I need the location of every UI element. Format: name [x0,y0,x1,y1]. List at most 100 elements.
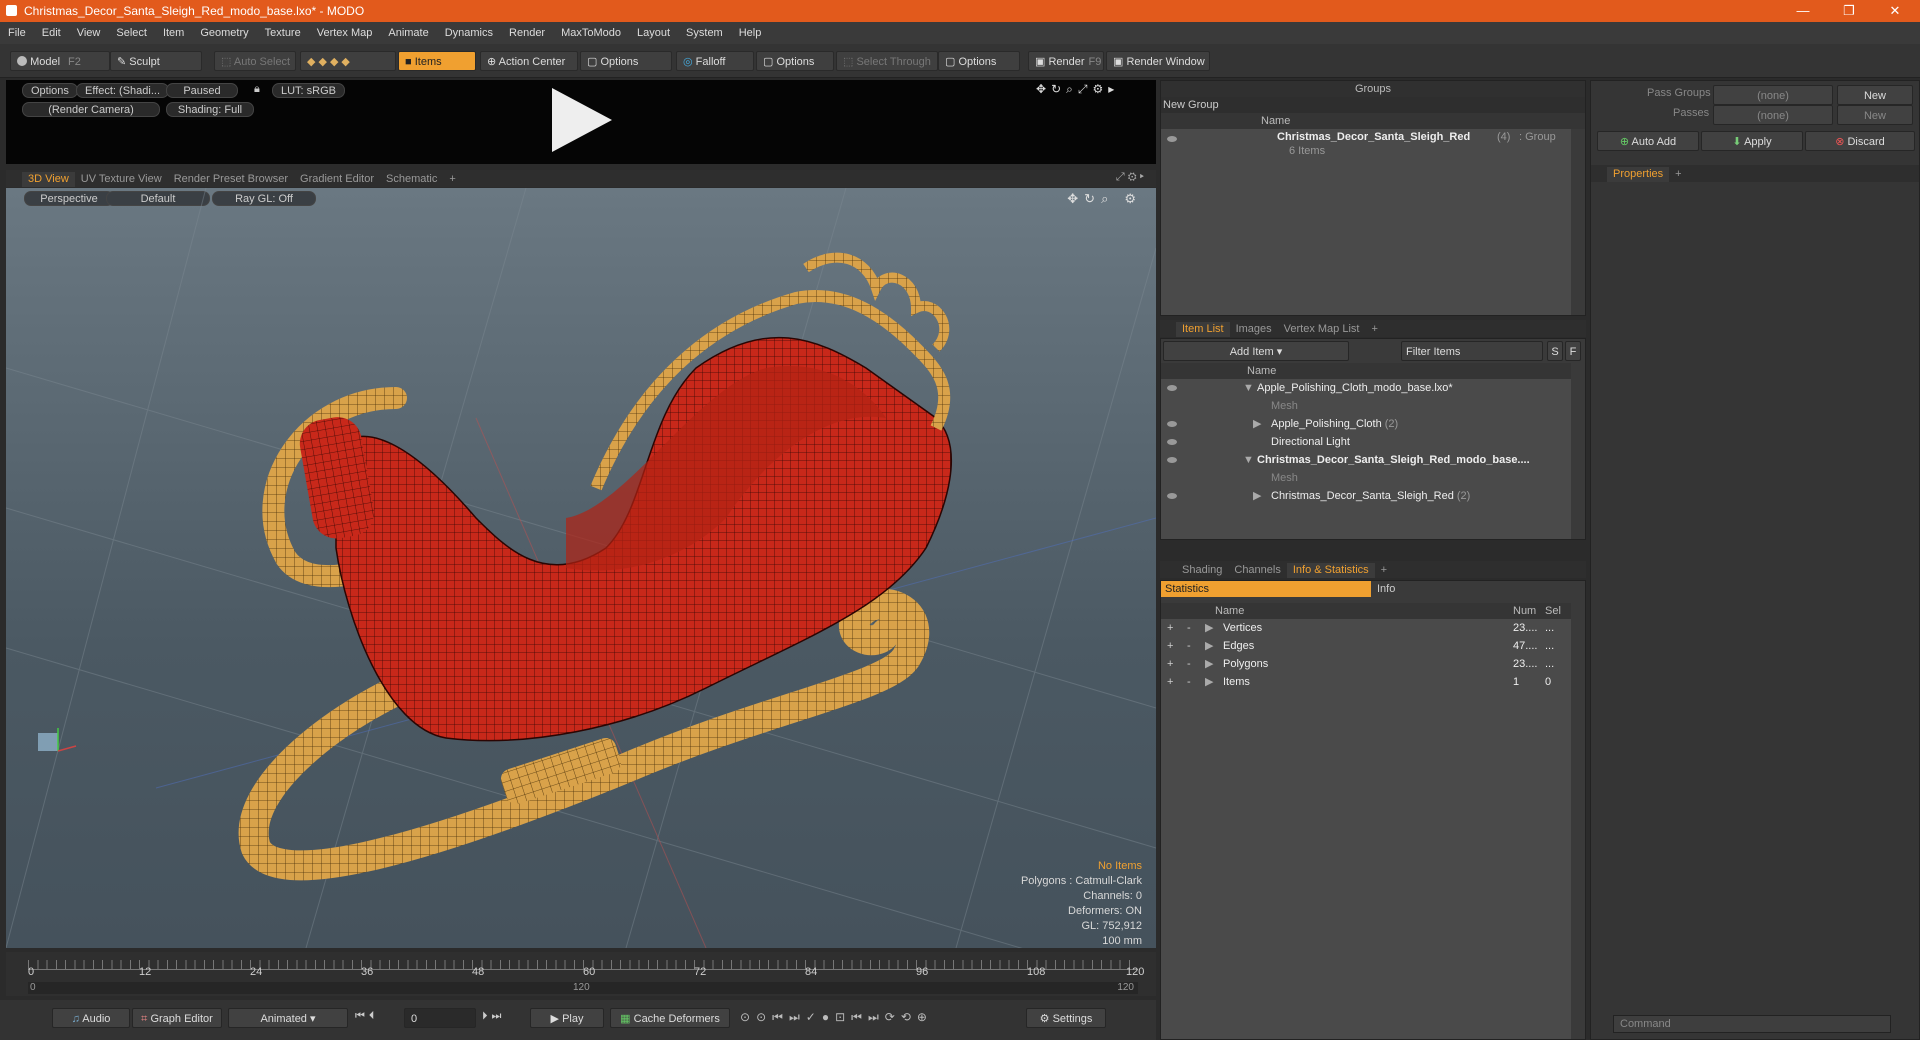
selection-mode-icons[interactable]: ◆◆◆◆ [300,51,396,71]
add-tab-button[interactable]: + [443,172,461,187]
command-input[interactable]: Command [1613,1015,1891,1033]
expand-arrow-icon[interactable]: ▼ [1243,451,1254,469]
item-list-row[interactable]: ▼ Christmas_Decor_Santa_Sleigh_Red_modo_b… [1161,451,1571,469]
menu-select[interactable]: Select [108,27,155,39]
item-list-row[interactable]: ▼ Apple_Polishing_Cloth_modo_base.lxo* [1161,379,1571,397]
add-item-button[interactable]: Add Item ▾ [1163,341,1349,361]
close-button[interactable]: ✕ [1872,0,1918,22]
polygons-icon[interactable]: ◆ [330,56,341,68]
add-tab-button[interactable]: + [1669,167,1687,182]
new-pass-group-button[interactable]: New [1837,85,1913,105]
tab-item-list[interactable]: Item List [1176,322,1230,337]
audio-button[interactable]: ♫ Audio [52,1008,130,1028]
expand-icon[interactable]: ⤢ [1116,171,1125,183]
item-list-row[interactable]: Mesh [1161,397,1571,415]
menu-view[interactable]: View [69,27,109,39]
statistics-tab[interactable]: Statistics [1161,581,1371,597]
expand-plus-icon[interactable]: + [1167,637,1173,655]
auto-add-button[interactable]: ⊕ Auto Add [1597,131,1699,151]
gear-icon[interactable]: ⚙ [1128,171,1137,183]
menu-geometry[interactable]: Geometry [192,27,256,39]
passes-dropdown[interactable]: (none) [1713,105,1833,125]
next-key-icon[interactable]: ⏭ [868,1010,885,1024]
tab-3d-view[interactable]: 3D View [22,172,75,187]
tab-gradient-editor[interactable]: Gradient Editor [294,172,380,187]
collapse-minus-icon[interactable]: - [1187,619,1191,637]
expand-arrow-icon[interactable]: ▶ [1253,487,1261,505]
play-button[interactable]: ▶ Play [530,1008,604,1028]
filter-s-button[interactable]: S [1547,341,1563,361]
new-group-button[interactable]: New Group [1161,97,1585,113]
add-tab-button[interactable]: + [1365,322,1383,337]
visibility-eye-icon[interactable] [1167,385,1177,391]
lut-dropdown[interactable]: LUT: sRGB [272,83,346,98]
preview-options-button[interactable]: Options [22,83,78,98]
visibility-eye-icon[interactable] [1167,493,1177,499]
paused-toggle[interactable]: Paused [166,83,238,98]
minimize-button[interactable]: — [1780,0,1826,22]
maximize-button[interactable]: ❐ [1826,0,1872,22]
stats-row[interactable]: + - ▶ Edges 47....... [1161,637,1571,655]
expand-plus-icon[interactable]: + [1167,655,1173,673]
key-toggle-icon[interactable]: ✓ [806,1010,822,1024]
sleigh-model[interactable] [6,188,1156,948]
play-icon[interactable] [546,84,618,156]
render-window-button[interactable]: ▣ Render Window [1106,51,1210,71]
materials-icon[interactable]: ◆ [341,56,352,68]
lock-icon[interactable]: 🔒︎ [254,83,260,96]
menu-animate[interactable]: Animate [380,27,436,39]
stats-list[interactable]: + - ▶ Vertices 23....... + - ▶ Edges 47....... + - ▶… [1161,619,1571,1039]
timeline-range-bar[interactable]: 0 120 120 [28,982,1138,994]
zoom-icon[interactable]: ⌕ [1066,82,1078,96]
stats-row[interactable]: + - ▶ Items 1 0 [1161,673,1571,691]
stats-row[interactable]: + - ▶ Vertices 23....... [1161,619,1571,637]
tab-uv-texture-view[interactable]: UV Texture View [75,172,168,187]
tab-channels[interactable]: Channels [1228,563,1286,578]
stats-row[interactable]: + - ▶ Polygons 23....... [1161,655,1571,673]
tab-images[interactable]: Images [1230,322,1278,337]
add-tab-button[interactable]: + [1375,563,1393,578]
pass-groups-dropdown[interactable]: (none) [1713,85,1833,105]
prev-key-icon[interactable]: ⏮ [772,1010,789,1024]
tab-schematic[interactable]: Schematic [380,172,443,187]
collapse-minus-icon[interactable]: - [1187,655,1191,673]
info-tab[interactable]: Info [1373,581,1573,597]
expand-arrow-icon[interactable]: ▶ [1205,637,1213,655]
key-icon[interactable]: ⟲ [901,1010,917,1024]
expand-plus-icon[interactable]: + [1167,619,1173,637]
groups-list[interactable]: Christmas_Decor_Santa_Sleigh_Red (4) : G… [1161,129,1571,315]
falloff-button[interactable]: ◎ Falloff [676,51,754,71]
apply-button[interactable]: ⬇ Apply [1701,131,1803,151]
visibility-eye-icon[interactable] [1167,457,1177,463]
select-through-options-button[interactable]: ▢ Options [938,51,1020,71]
menu-file[interactable]: File [0,27,34,39]
group-item-name[interactable]: Christmas_Decor_Santa_Sleigh_Red [1277,131,1470,143]
menu-help[interactable]: Help [731,27,770,39]
auto-key-icon[interactable]: ⊡ [835,1010,851,1024]
tab-vertex-map-list[interactable]: Vertex Map List [1278,322,1366,337]
falloff-options-button[interactable]: ▢ Options [756,51,834,71]
menu-vertex-map[interactable]: Vertex Map [309,27,381,39]
expand-icon[interactable]: ⤢ [1078,82,1093,96]
item-list-row[interactable]: Mesh [1161,469,1571,487]
visibility-eye-icon[interactable] [1167,136,1177,142]
item-list-row[interactable]: ▶ Apple_Polishing_Cloth (2) [1161,415,1571,433]
expand-arrow-icon[interactable]: ▼ [1243,379,1254,397]
tab-shading[interactable]: Shading [1176,563,1228,578]
discard-button[interactable]: ⊗ Discard [1805,131,1915,151]
effect-dropdown[interactable]: Effect: (Shadi... [76,83,170,98]
next-key-icon[interactable]: ⏭ [789,1010,806,1024]
filter-f-button[interactable]: F [1565,341,1581,361]
auto-select-button[interactable]: ⬚ Auto Select [214,51,296,71]
menu-item[interactable]: Item [155,27,192,39]
menu-maxtomodo[interactable]: MaxToModo [553,27,629,39]
rotate-icon[interactable]: ↻ [1051,82,1066,96]
arrow-right-icon[interactable]: ▸ [1108,82,1119,96]
menu-layout[interactable]: Layout [629,27,678,39]
key-icon[interactable]: ⊕ [917,1010,933,1024]
step-forward-icon[interactable]: ⏵ [482,1010,492,1022]
item-list-row[interactable]: ▶ Christmas_Decor_Santa_Sleigh_Red (2) [1161,487,1571,505]
3d-viewport[interactable]: Perspective Default Ray GL: Off ✥↻⌕ ⚙ No… [6,188,1156,948]
model-mode-button[interactable]: Model F2 [10,51,110,71]
action-center-button[interactable]: ⊕ Action Center [480,51,578,71]
